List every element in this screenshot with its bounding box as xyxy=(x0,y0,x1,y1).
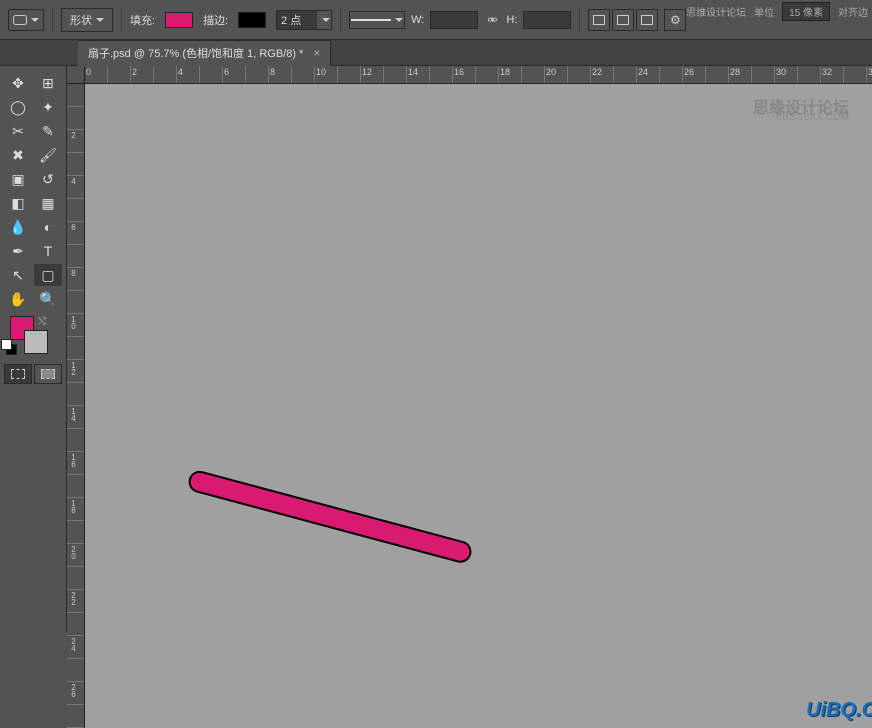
stroke-width-control xyxy=(276,10,332,30)
stroke-width-input[interactable] xyxy=(277,11,317,29)
shape-tool[interactable]: ▢ xyxy=(34,264,62,286)
document-tab-bar: 扇子.psd @ 75.7% (色相/饱和度 1, RGB/8) * × xyxy=(0,40,872,66)
solid-line-icon xyxy=(351,19,391,21)
healing-tool[interactable]: ✖ xyxy=(4,144,32,166)
info-text: 思维设计论坛 xyxy=(686,4,746,19)
document-tab[interactable]: 扇子.psd @ 75.7% (色相/饱和度 1, RGB/8) * × xyxy=(78,40,331,66)
color-swatches: ⤭ xyxy=(4,316,62,360)
pen-tool[interactable]: ✒ xyxy=(4,240,32,262)
gradient-tool[interactable]: ▦ xyxy=(34,192,62,214)
document-canvas[interactable]: 思缘设计论坛 BBS.16XX.COM xyxy=(109,84,869,632)
default-colors-icon[interactable] xyxy=(6,344,18,356)
separator xyxy=(121,8,122,32)
dodge-tool[interactable]: ◐ xyxy=(34,216,62,238)
separator xyxy=(340,8,341,32)
crop-tool[interactable]: ✂ xyxy=(4,120,32,142)
quick-mask-button[interactable] xyxy=(34,364,62,384)
edit-mode-buttons xyxy=(4,364,62,384)
stroke-style-dropdown[interactable] xyxy=(349,11,405,29)
separator xyxy=(579,8,580,32)
canvas-area: 0246810121416182022242628303234 24681012… xyxy=(67,66,872,632)
brush-tool[interactable]: 🖌 xyxy=(34,144,62,166)
link-wh-icon[interactable]: ⚮ xyxy=(484,12,500,28)
close-tab-icon[interactable]: × xyxy=(313,46,320,60)
width-input[interactable] xyxy=(430,11,478,29)
stroke-color-swatch[interactable] xyxy=(238,12,266,28)
chevron-down-icon xyxy=(395,18,403,22)
hand-tool[interactable]: ✋ xyxy=(4,288,32,310)
shape-mode-label: 形状 xyxy=(70,12,92,28)
eyedropper-tool[interactable]: ✎ xyxy=(34,120,62,142)
height-label: H: xyxy=(506,14,517,26)
clone-tool[interactable]: ▣ xyxy=(4,168,32,190)
path-align-button[interactable] xyxy=(612,9,634,31)
path-select-tool[interactable]: ↖ xyxy=(4,264,32,286)
path-combine-button[interactable] xyxy=(588,9,610,31)
swap-colors-icon[interactable]: ⤭ xyxy=(38,316,46,327)
rounded-rect-icon xyxy=(13,15,27,25)
magic-wand-tool[interactable]: ✦ xyxy=(34,96,62,118)
gear-icon xyxy=(670,13,681,27)
blur-tool[interactable]: 💧 xyxy=(4,216,32,238)
chevron-down-icon xyxy=(96,18,104,22)
background-color[interactable] xyxy=(24,330,48,354)
watermark-url: BBS.16XX.COM xyxy=(776,112,849,123)
stroke-width-dropdown[interactable] xyxy=(317,11,331,29)
height-input[interactable] xyxy=(523,11,571,29)
fill-label: 填充: xyxy=(130,12,155,28)
ruler-top-row: 0246810121416182022242628303234 xyxy=(67,66,872,84)
text-tool[interactable]: T xyxy=(34,240,62,262)
pixel-value: 15 像素 xyxy=(782,2,830,21)
artboard-tool[interactable]: ⊞ xyxy=(34,72,62,94)
info-text: 单位 xyxy=(754,4,774,19)
top-right-info: 思维设计论坛 单位 15 像素 对齐边 xyxy=(686,2,868,21)
standard-mode-button[interactable] xyxy=(4,364,32,384)
path-arrange-button[interactable] xyxy=(636,9,658,31)
move-tool[interactable]: ✥ xyxy=(4,72,32,94)
shape-mode-dropdown[interactable]: 形状 xyxy=(61,8,113,32)
canvas-body: 2468101214161820222426 思缘设计论坛 BBS.16XX.C… xyxy=(67,84,872,728)
chevron-down-icon xyxy=(322,18,330,22)
path-operations xyxy=(588,9,658,31)
zoom-tool[interactable]: 🔍 xyxy=(34,288,62,310)
rounded-rectangle-shape[interactable] xyxy=(186,468,474,565)
separator xyxy=(52,8,53,32)
vertical-ruler[interactable]: 2468101214161820222426 xyxy=(67,84,85,728)
eraser-tool[interactable]: ◧ xyxy=(4,192,32,214)
align-edges-label: 对齐边 xyxy=(838,4,868,19)
watermark-logo: UiBQ.CoM xyxy=(806,699,872,722)
stroke-label: 描边: xyxy=(203,12,228,28)
fill-color-swatch[interactable] xyxy=(165,12,193,28)
shape-settings-button[interactable] xyxy=(664,9,686,31)
lasso-tool[interactable]: ◯ xyxy=(4,96,32,118)
shape-preset-dropdown[interactable] xyxy=(8,9,44,31)
canvas[interactable]: 思缘设计论坛 BBS.16XX.COM UiBQ.CoM xyxy=(85,84,872,728)
ruler-corner xyxy=(67,66,85,84)
document-title: 扇子.psd @ 75.7% (色相/饱和度 1, RGB/8) * xyxy=(88,45,303,61)
history-brush-tool[interactable]: ↺ xyxy=(34,168,62,190)
main: ✥⊞ ◯✦ ✂✎ ✖🖌 ▣↺ ◧▦ 💧◐ ✒T ↖▢ ✋🔍 ⤭ 02468101… xyxy=(0,66,872,632)
chevron-down-icon xyxy=(31,18,39,22)
horizontal-ruler[interactable]: 0246810121416182022242628303234 xyxy=(85,66,872,84)
width-label: W: xyxy=(411,14,424,26)
toolbox: ✥⊞ ◯✦ ✂✎ ✖🖌 ▣↺ ◧▦ 💧◐ ✒T ↖▢ ✋🔍 ⤭ xyxy=(0,66,67,632)
